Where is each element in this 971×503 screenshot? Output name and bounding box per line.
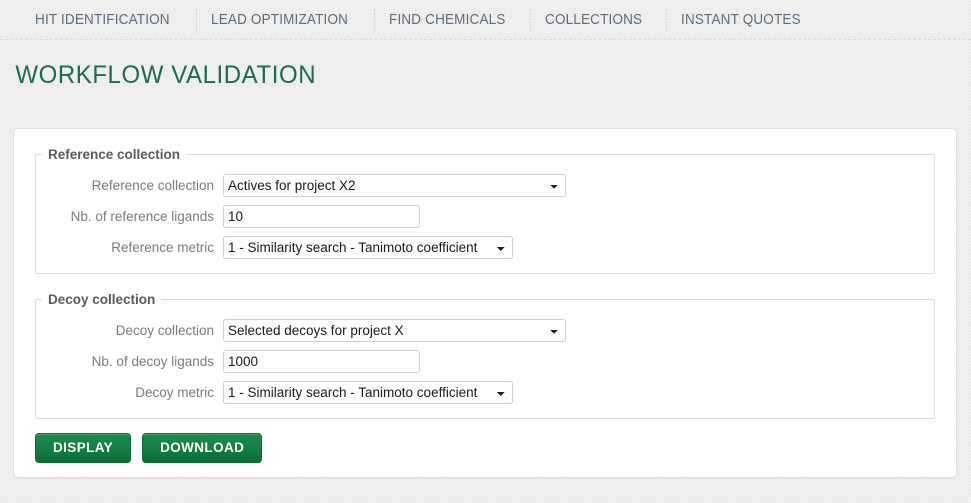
decoy-ligands-input[interactable] [223, 350, 420, 373]
reference-collection-select[interactable]: Actives for project X2 [223, 174, 566, 197]
reference-metric-row: Reference metric 1 - Similarity search -… [36, 236, 934, 259]
nav-item-lead-optimization[interactable]: LEAD OPTIMIZATION [198, 9, 361, 31]
decoy-collection-fieldset: Decoy collection Decoy collection Select… [35, 292, 935, 419]
reference-metric-select[interactable]: 1 - Similarity search - Tanimoto coeffic… [223, 236, 513, 259]
decoy-metric-label: Decoy metric [36, 385, 223, 400]
decoy-collection-label: Decoy collection [36, 323, 223, 338]
reference-collection-row: Reference collection Actives for project… [36, 174, 934, 197]
nav-item-instant-quotes[interactable]: INSTANT QUOTES [668, 9, 814, 31]
reference-ligands-input[interactable] [223, 205, 420, 228]
nav-item-hit-identification[interactable]: HIT IDENTIFICATION [22, 9, 183, 31]
decoy-collection-select[interactable]: Selected decoys for project X [223, 319, 566, 342]
nav-separator [666, 9, 667, 31]
reference-ligands-row: Nb. of reference ligands [36, 205, 934, 228]
nav-separator [196, 9, 197, 31]
decoy-ligands-row: Nb. of decoy ligands [36, 350, 934, 373]
reference-ligands-label: Nb. of reference ligands [36, 209, 223, 224]
decoy-ligands-label: Nb. of decoy ligands [36, 354, 223, 369]
display-button[interactable]: DISPLAY [35, 433, 131, 463]
reference-collection-fieldset: Reference collection Reference collectio… [35, 147, 935, 274]
reference-collection-legend: Reference collection [42, 147, 186, 162]
page-title: WORKFLOW VALIDATION [0, 40, 932, 90]
nav-item-collections[interactable]: COLLECTIONS [532, 9, 655, 31]
main-navigation: HIT IDENTIFICATION LEAD OPTIMIZATION FIN… [0, 0, 971, 40]
decoy-collection-legend: Decoy collection [42, 292, 161, 307]
nav-item-find-chemicals[interactable]: FIND CHEMICALS [376, 9, 519, 31]
workflow-validation-panel: Reference collection Reference collectio… [13, 128, 957, 478]
validation-form: Reference collection Reference collectio… [14, 129, 956, 419]
decoy-collection-row: Decoy collection Selected decoys for pro… [36, 319, 934, 342]
action-buttons: DISPLAY DOWNLOAD [14, 433, 956, 463]
decoy-metric-row: Decoy metric 1 - Similarity search - Tan… [36, 381, 934, 404]
decoy-metric-select[interactable]: 1 - Similarity search - Tanimoto coeffic… [223, 381, 513, 404]
reference-metric-label: Reference metric [36, 240, 223, 255]
download-button[interactable]: DOWNLOAD [142, 433, 262, 463]
reference-collection-label: Reference collection [36, 178, 223, 193]
